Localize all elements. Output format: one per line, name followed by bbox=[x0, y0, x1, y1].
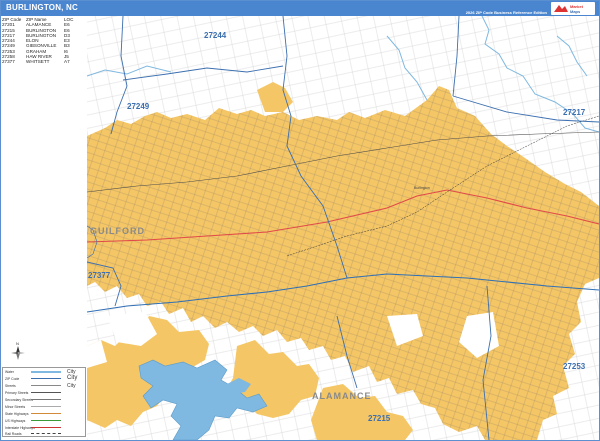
zip-code-table: ZIP Code ZIP Name LOC 27201 ALAMANCE E6 27… bbox=[2, 17, 86, 65]
legend-swatch-minor bbox=[31, 406, 61, 407]
legend-swatch-primary bbox=[31, 392, 61, 393]
county-label-alamance: ALAMANCE bbox=[312, 391, 372, 401]
legend-label: Rail Roads bbox=[5, 432, 22, 436]
zip-label: 27377 bbox=[88, 271, 111, 280]
loc-cell: A7 bbox=[64, 59, 70, 65]
title-bar: BURLINGTON, NC 2026 ZIP Code Business Re… bbox=[1, 1, 599, 16]
legend-city-other: City bbox=[67, 383, 76, 389]
city-label-burlington: Burlington bbox=[414, 186, 430, 190]
legend-swatch-us bbox=[31, 420, 61, 421]
zip-label: 27215 bbox=[368, 414, 391, 423]
legend-label: Primary Streets bbox=[5, 391, 29, 395]
legend-label: ZIP Code bbox=[5, 377, 20, 381]
edition-label: 2026 ZIP Code Business Reference Edition bbox=[465, 10, 547, 15]
legend-swatch-zip bbox=[31, 378, 61, 379]
county-label-guilford: GUILFORD bbox=[90, 226, 145, 236]
legend-label: Streets bbox=[5, 384, 16, 388]
legend-city-large: City bbox=[67, 375, 78, 381]
legend-swatch-rail bbox=[31, 433, 61, 434]
zip-label: 27244 bbox=[204, 31, 227, 40]
legend-label: Water bbox=[5, 370, 14, 374]
name-cell: WHITSETT bbox=[26, 59, 50, 65]
publisher-logo: Market Maps bbox=[551, 2, 595, 15]
table-row: 27377 WHITSETT A7 bbox=[2, 59, 86, 64]
legend-label: US Highways bbox=[5, 419, 26, 423]
svg-text:Maps: Maps bbox=[570, 9, 581, 14]
map-svg bbox=[87, 16, 599, 440]
legend-swatch-streets bbox=[31, 385, 61, 386]
map-legend: Water ZIP Code Streets Primary Streets S… bbox=[2, 367, 86, 437]
zip-label: 27249 bbox=[127, 102, 150, 111]
svg-text:N: N bbox=[16, 341, 19, 346]
zip-label: 27253 bbox=[563, 362, 586, 371]
legend-label: Secondary Streets bbox=[5, 398, 33, 402]
compass-rose-icon: N bbox=[8, 340, 28, 364]
legend-swatch-interstate bbox=[31, 427, 61, 428]
legend-swatch-water bbox=[31, 371, 61, 373]
zip-label: 27217 bbox=[563, 108, 586, 117]
legend-label: State Highways bbox=[5, 412, 29, 416]
map-title: BURLINGTON, NC bbox=[6, 3, 78, 12]
legend-label: Minor Streets bbox=[5, 405, 26, 409]
legend-swatch-state bbox=[31, 413, 61, 414]
zip-cell: 27377 bbox=[2, 59, 15, 65]
map-canvas[interactable]: 27244 27249 27217 27377 27253 27215 GUIL… bbox=[87, 16, 599, 440]
legend-swatch-secondary bbox=[31, 399, 61, 400]
